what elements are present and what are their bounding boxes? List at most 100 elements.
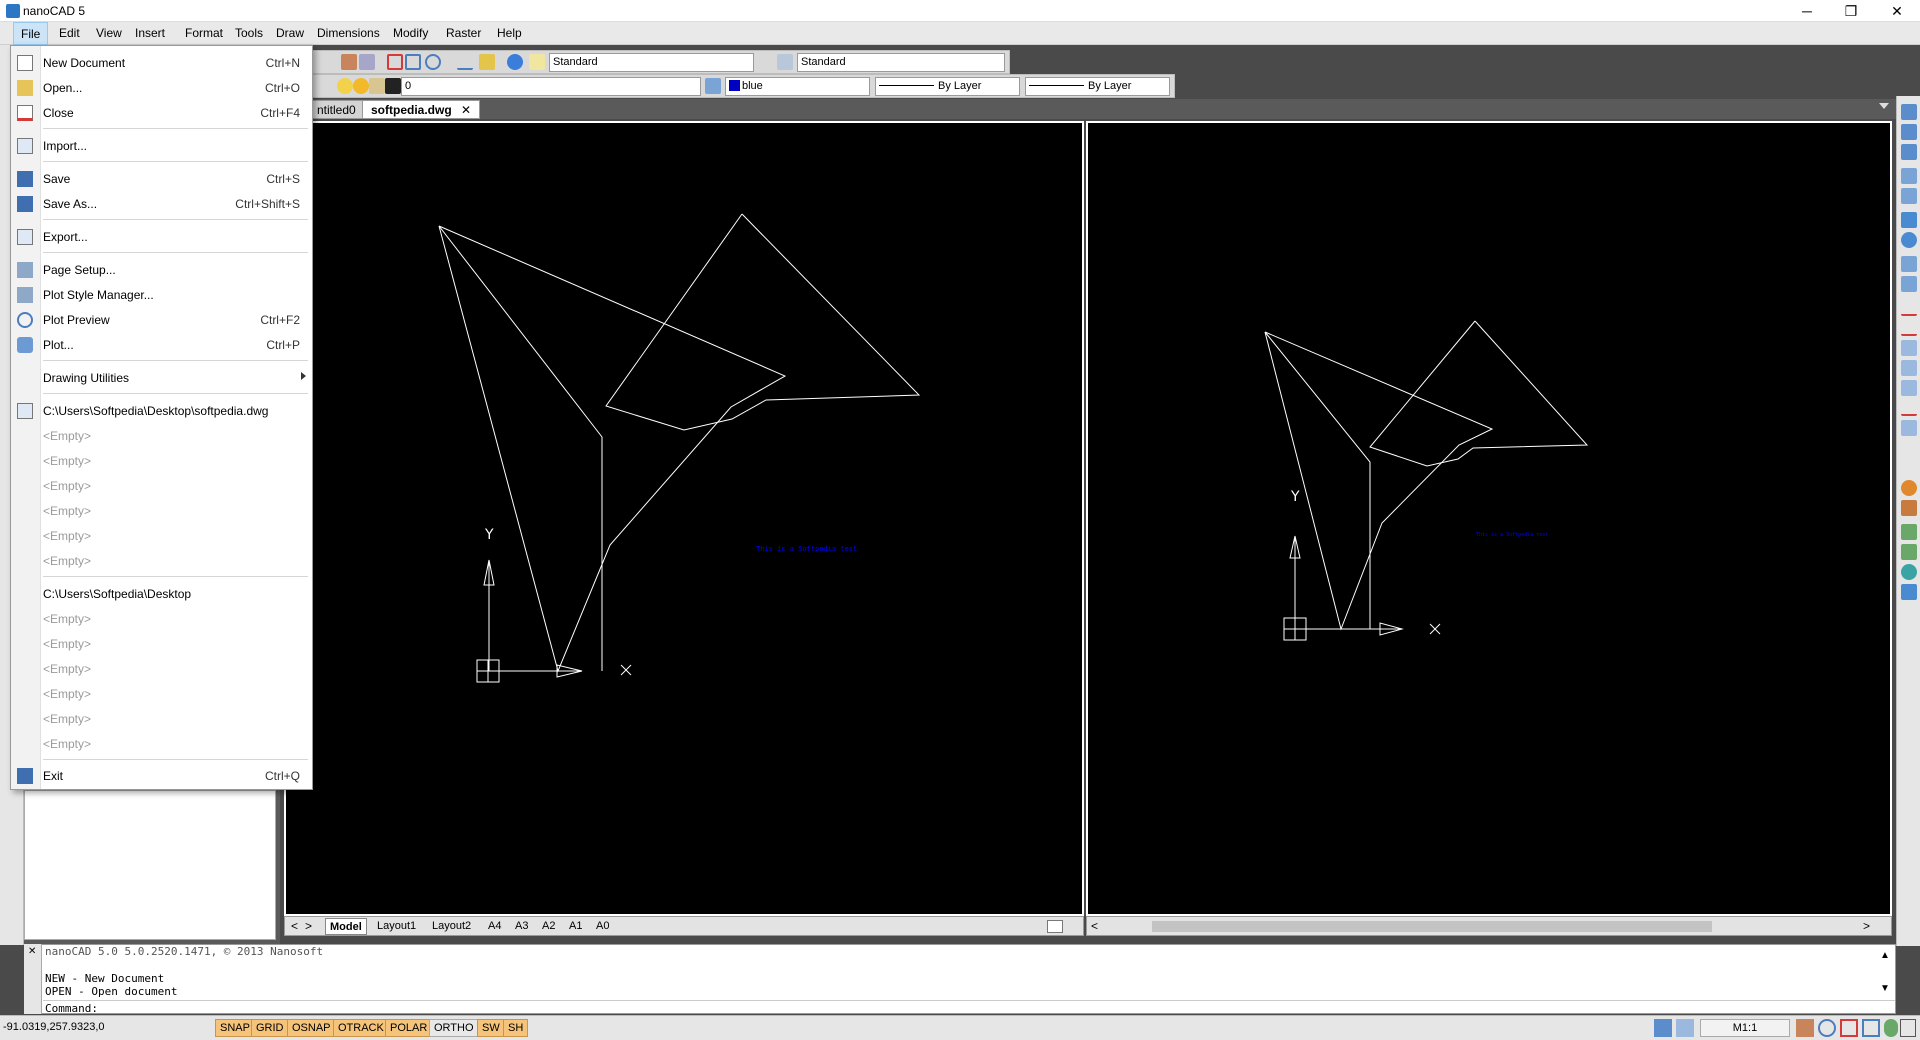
layout-tab-a0[interactable]: A0 xyxy=(592,918,613,935)
pencil-icon[interactable] xyxy=(479,54,495,70)
menu-view[interactable]: View xyxy=(89,22,129,45)
distance-icon[interactable] xyxy=(457,54,473,70)
menu-item-new-document[interactable]: New Document Ctrl+N xyxy=(11,51,312,76)
menu-item-plot-preview[interactable]: Plot Preview Ctrl+F2 xyxy=(11,308,312,333)
erase-icon[interactable] xyxy=(1901,500,1917,516)
doc-tab-untitled[interactable]: ntitled0 xyxy=(308,100,365,119)
hatch-icon[interactable] xyxy=(1901,168,1917,184)
match-properties-icon[interactable] xyxy=(341,54,357,70)
recent-file-item[interactable]: C:\Users\Softpedia\Desktop\softpedia.dwg xyxy=(11,399,312,424)
rotate-icon[interactable] xyxy=(1901,232,1917,248)
zoom-extents-icon[interactable] xyxy=(1862,1019,1880,1037)
layout-tab-layout1[interactable]: Layout1 xyxy=(373,918,420,935)
menu-item-exit[interactable]: Exit Ctrl+Q xyxy=(11,764,312,789)
line-icon[interactable] xyxy=(1901,104,1917,120)
explode-icon[interactable] xyxy=(1901,480,1917,496)
polar-toggle[interactable]: POLAR xyxy=(385,1019,433,1037)
scale-icon[interactable] xyxy=(1901,256,1917,272)
scale-select[interactable]: M1:1 xyxy=(1700,1019,1790,1037)
layout-options-icon[interactable] xyxy=(1047,920,1063,933)
grid-toggle[interactable]: GRID xyxy=(251,1019,289,1037)
text-style-select[interactable]: Standard xyxy=(549,53,754,72)
menu-dimensions[interactable]: Dimensions xyxy=(310,22,387,45)
fullscreen-icon[interactable] xyxy=(1900,1019,1916,1037)
chamfer-icon[interactable] xyxy=(1901,380,1917,396)
menu-tools[interactable]: Tools xyxy=(228,22,270,45)
lineweight-select[interactable]: By Layer xyxy=(1025,77,1170,96)
sh-toggle[interactable]: SH xyxy=(503,1019,529,1037)
layer-manager-icon[interactable] xyxy=(705,78,721,94)
otrack-toggle[interactable]: OTRACK xyxy=(333,1019,389,1037)
stretch-icon[interactable] xyxy=(1901,276,1917,292)
scroll-down-icon[interactable]: ▼ xyxy=(1880,983,1890,994)
model-space-icon[interactable] xyxy=(1654,1019,1672,1037)
menu-item-close[interactable]: Close Ctrl+F4 xyxy=(11,101,312,126)
sun-icon[interactable] xyxy=(353,78,369,94)
menu-file[interactable]: File xyxy=(13,22,49,45)
menu-raster[interactable]: Raster xyxy=(439,22,488,45)
horizontal-scrollbar[interactable]: < > xyxy=(1086,916,1892,936)
menu-help[interactable]: Help xyxy=(490,22,529,45)
color-select[interactable]: blue xyxy=(725,77,870,96)
restore-button[interactable]: ❐ xyxy=(1828,0,1874,22)
menu-item-plot-style-manager[interactable]: Plot Style Manager... xyxy=(11,283,312,308)
zoom-realtime-icon[interactable] xyxy=(425,54,441,70)
polyline-icon[interactable] xyxy=(1901,124,1917,140)
layout-tab-a4[interactable]: A4 xyxy=(484,918,505,935)
pan-icon[interactable] xyxy=(1796,1019,1814,1037)
command-window-handle[interactable]: ✕ xyxy=(24,944,42,1014)
arc-icon[interactable] xyxy=(1901,144,1917,160)
layout-tab-a1[interactable]: A1 xyxy=(565,918,586,935)
scroll-thumb[interactable] xyxy=(1152,921,1712,932)
move-icon[interactable] xyxy=(1901,212,1917,228)
fillet-icon[interactable] xyxy=(1901,400,1917,416)
menu-item-import[interactable]: Import... xyxy=(11,134,312,159)
menu-item-save-as[interactable]: Save As... Ctrl+Shift+S xyxy=(11,192,312,217)
copy-icon[interactable] xyxy=(1901,524,1917,540)
quick-select-icon[interactable] xyxy=(359,54,375,70)
menu-item-save[interactable]: Save Ctrl+S xyxy=(11,167,312,192)
viewport-left[interactable]: Y This is a Softpedia test xyxy=(284,121,1084,916)
scroll-left-icon[interactable]: < xyxy=(1091,919,1098,933)
offset-icon[interactable] xyxy=(1901,420,1917,436)
trim-icon[interactable] xyxy=(1901,300,1917,316)
rectangle-icon[interactable] xyxy=(1901,584,1917,600)
next-layout-icon[interactable]: > xyxy=(305,919,312,933)
sw-toggle[interactable]: SW xyxy=(477,1019,505,1037)
doc-tab-softpedia[interactable]: softpedia.dwg ✕ xyxy=(362,100,481,119)
scroll-up-icon[interactable]: ▲ xyxy=(1880,950,1890,961)
zoom-window-icon[interactable] xyxy=(1840,1019,1858,1037)
help-icon[interactable] xyxy=(507,54,523,70)
layout-tab-layout2[interactable]: Layout2 xyxy=(428,918,475,935)
zoom-all-icon[interactable] xyxy=(405,54,421,70)
circle-icon[interactable] xyxy=(1901,564,1917,580)
dim-style-select[interactable]: Standard xyxy=(797,53,1005,72)
layout-tab-a2[interactable]: A2 xyxy=(538,918,559,935)
prev-layout-icon[interactable]: < xyxy=(291,919,298,933)
regen-icon[interactable] xyxy=(1884,1019,1898,1037)
scroll-right-icon[interactable]: > xyxy=(1863,919,1870,933)
minimize-button[interactable]: ─ xyxy=(1784,0,1830,22)
menu-format[interactable]: Format xyxy=(178,22,230,45)
menu-modify[interactable]: Modify xyxy=(386,22,435,45)
menu-insert[interactable]: Insert xyxy=(128,22,172,45)
join-icon[interactable] xyxy=(1901,360,1917,376)
linetype-select[interactable]: By Layer xyxy=(875,77,1020,96)
mirror-icon[interactable] xyxy=(1901,544,1917,560)
bulb-icon[interactable] xyxy=(337,78,353,94)
layout-tab-model[interactable]: Model xyxy=(325,918,367,935)
recent-folder-item[interactable]: C:\Users\Softpedia\Desktop xyxy=(11,582,312,607)
paper-space-icon[interactable] xyxy=(1676,1019,1694,1037)
menu-item-open[interactable]: Open... Ctrl+O xyxy=(11,76,312,101)
break-icon[interactable] xyxy=(1901,340,1917,356)
menu-item-page-setup[interactable]: Page Setup... xyxy=(11,258,312,283)
menu-item-plot[interactable]: Plot... Ctrl+P xyxy=(11,333,312,358)
menu-item-drawing-utilities[interactable]: Drawing Utilities xyxy=(11,366,312,391)
zoom-window-icon[interactable] xyxy=(387,54,403,70)
lock-icon[interactable] xyxy=(369,78,385,94)
tab-close-icon[interactable]: ✕ xyxy=(461,103,471,117)
layer-select[interactable]: 0 xyxy=(401,77,701,96)
menu-item-export[interactable]: Export... xyxy=(11,225,312,250)
zoom-icon[interactable] xyxy=(1818,1019,1836,1037)
snap-toggle[interactable]: SNAP xyxy=(215,1019,255,1037)
